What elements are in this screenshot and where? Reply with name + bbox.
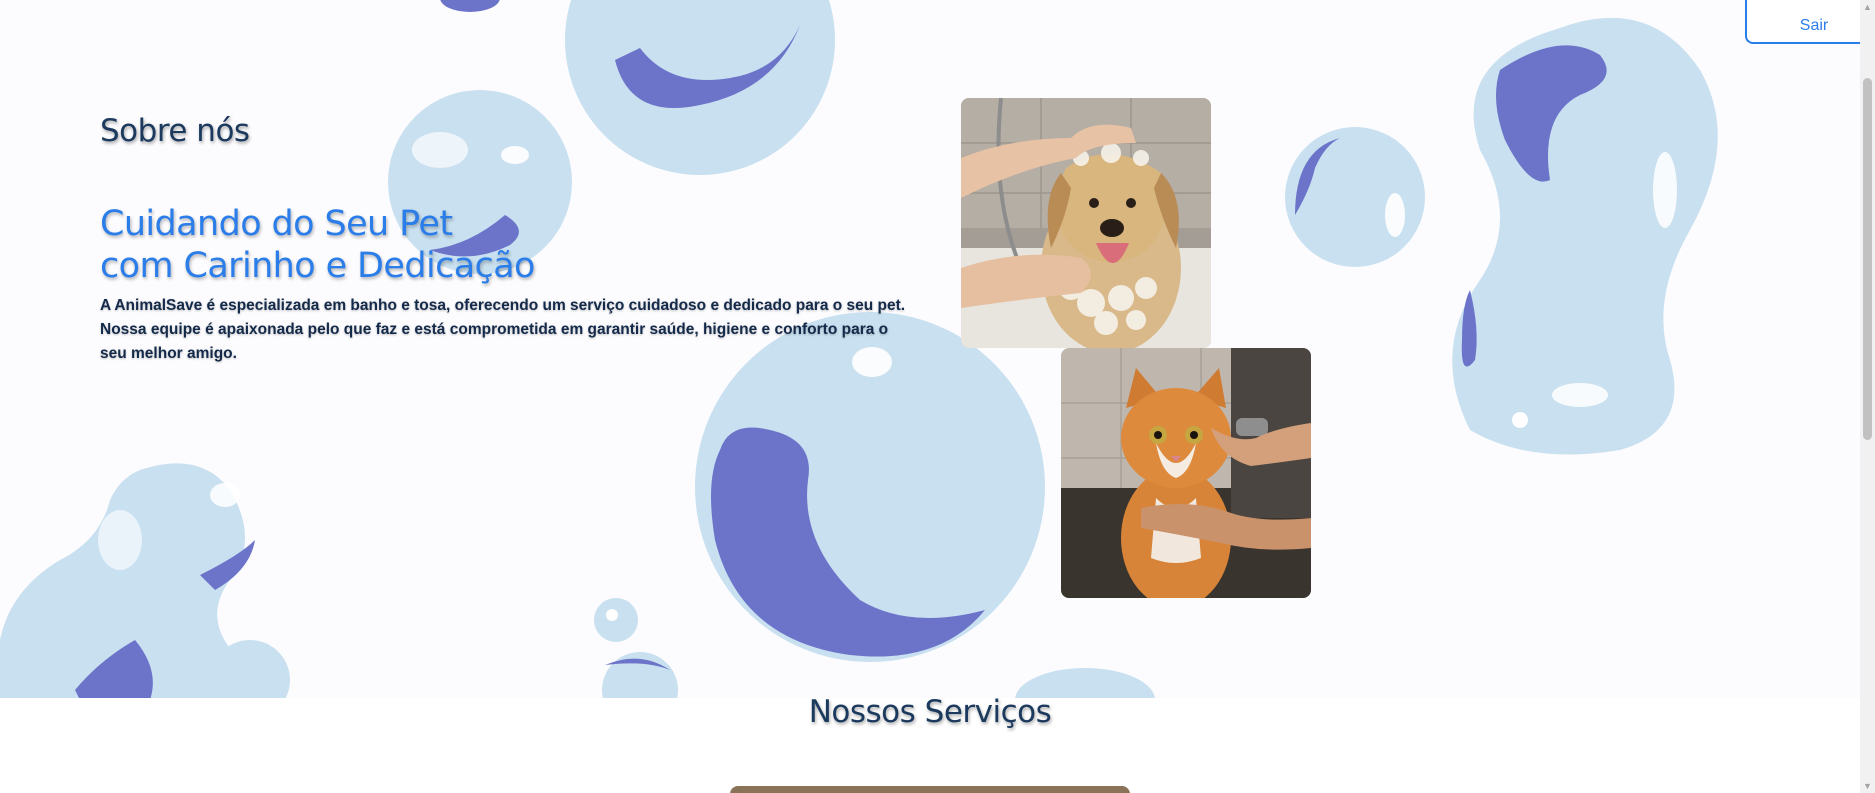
scrollbar-thumb[interactable] [1863, 78, 1872, 440]
dog-bath-photo [961, 98, 1211, 348]
vertical-scrollbar[interactable]: ▲ ▼ [1860, 0, 1875, 793]
services-title: Nossos Serviços [808, 694, 1052, 730]
service-card-image [730, 786, 1130, 793]
cat-bath-photo [1061, 348, 1311, 598]
scroll-up-icon[interactable]: ▲ [1860, 0, 1875, 14]
about-headline: Cuidando do Seu Pet com Carinho e Dedica… [100, 203, 535, 287]
about-section: Sobre nós Cuidando do Seu Pet com Carinh… [0, 0, 1860, 698]
about-description: A AnimalSave é especializada em banho e … [100, 297, 906, 362]
headline-line-1: Cuidando do Seu Pet [100, 204, 453, 244]
headline-line-2: com Carinho e Dedicação [100, 246, 535, 286]
about-title: Sobre nós [100, 113, 250, 149]
logout-button[interactable]: Sair [1745, 0, 1860, 44]
scroll-down-icon[interactable]: ▼ [1860, 779, 1875, 793]
